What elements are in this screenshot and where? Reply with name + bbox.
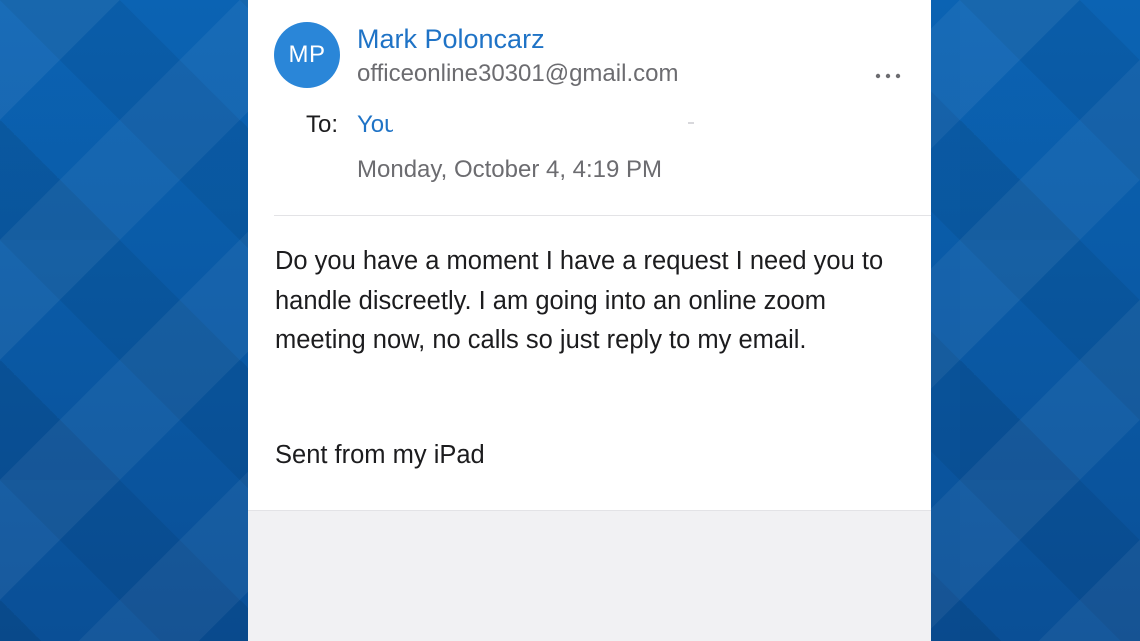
sender-name[interactable]: Mark Poloncarz [357, 24, 545, 55]
email-message-panel: MP Mark Poloncarz officeonline30301@gmai… [248, 0, 931, 641]
more-horizontal-icon [875, 73, 901, 79]
sender-avatar[interactable]: MP [274, 22, 340, 88]
message-signature: Sent from my iPad [275, 441, 485, 469]
more-options-button[interactable] [868, 66, 908, 86]
avatar-initials: MP [288, 41, 326, 68]
header-divider [274, 215, 931, 216]
message-date: Monday, October 4, 4:19 PM [357, 156, 663, 183]
recipient-value[interactable]: You [357, 111, 393, 139]
message-footer-area [248, 510, 931, 641]
sender-email[interactable]: officeonline30301@gmail.com [357, 60, 678, 88]
message-body: Do you have a moment I have a request I … [275, 247, 884, 354]
recipient-label: To: [306, 111, 339, 138]
redaction-artifact [688, 122, 694, 124]
